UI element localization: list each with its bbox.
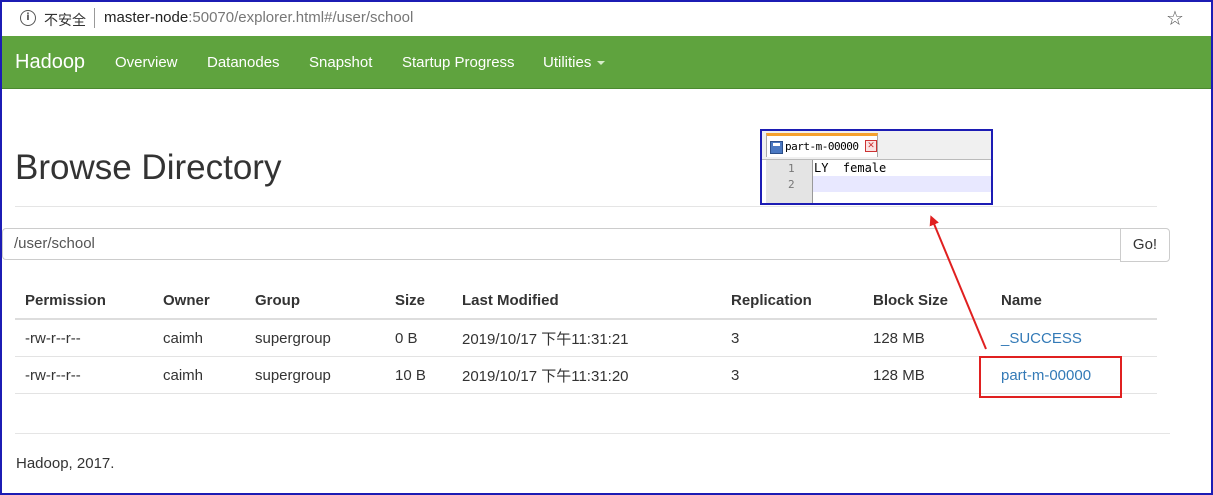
cell-size: 0 B xyxy=(385,319,452,357)
cell-block-size: 128 MB xyxy=(863,356,991,394)
url-field[interactable]: master-node:50070/explorer.html#/user/sc… xyxy=(104,9,413,26)
current-line-highlight xyxy=(813,176,991,192)
cell-group: supergroup xyxy=(245,319,385,357)
address-separator xyxy=(94,8,95,28)
navbar-brand[interactable]: Hadoop xyxy=(15,51,85,74)
header-last-modified[interactable]: Last Modified xyxy=(452,282,721,320)
browser-window: i 不安全 master-node:50070/explorer.html#/u… xyxy=(0,0,1213,495)
popup-tab[interactable]: part-m-00000 ✕ xyxy=(766,133,878,157)
line-number: 1 xyxy=(788,162,795,175)
footer: Hadoop, 2017. xyxy=(16,455,115,472)
line-number: 2 xyxy=(788,178,795,191)
nav-utilities-label: Utilities xyxy=(543,54,592,71)
nav-startup-progress[interactable]: Startup Progress xyxy=(402,54,515,71)
popup-tabbar: part-m-00000 ✕ xyxy=(762,131,991,160)
cell-replication: 3 xyxy=(721,319,863,357)
cell-block-size: 128 MB xyxy=(863,319,991,357)
cell-last-modified: 2019/10/17 下午11:31:20 xyxy=(452,356,721,394)
divider xyxy=(15,433,1170,434)
nav-snapshot[interactable]: Snapshot xyxy=(309,54,372,71)
go-button[interactable]: Go! xyxy=(1120,228,1170,262)
header-block-size[interactable]: Block Size xyxy=(863,282,991,320)
header-replication[interactable]: Replication xyxy=(721,282,863,320)
cell-permission: -rw-r--r-- xyxy=(15,356,153,394)
page-title: Browse Directory xyxy=(15,148,282,187)
nav-overview[interactable]: Overview xyxy=(115,54,178,71)
header-size[interactable]: Size xyxy=(385,282,452,320)
cell-group: supergroup xyxy=(245,356,385,394)
file-link[interactable]: _SUCCESS xyxy=(1001,330,1082,347)
directory-path-input[interactable] xyxy=(2,228,1120,260)
cell-last-modified: 2019/10/17 下午11:31:21 xyxy=(452,319,721,357)
cell-permission: -rw-r--r-- xyxy=(15,319,153,357)
star-icon[interactable]: ☆ xyxy=(1166,6,1184,30)
divider xyxy=(15,206,1157,207)
info-icon[interactable]: i xyxy=(20,10,36,26)
cell-name: _SUCCESS xyxy=(991,319,1157,357)
cell-size: 10 B xyxy=(385,356,452,394)
popup-tab-label: part-m-00000 xyxy=(785,140,859,153)
nav-datanodes[interactable]: Datanodes xyxy=(207,54,280,71)
navbar: Hadoop Overview Datanodes Snapshot Start… xyxy=(2,36,1211,89)
code-line: LY female xyxy=(814,161,887,175)
cell-owner: caimh xyxy=(153,356,245,394)
nav-utilities[interactable]: Utilities xyxy=(543,54,606,71)
highlight-box xyxy=(979,356,1122,398)
url-path: :50070/explorer.html#/user/school xyxy=(188,9,414,26)
header-name[interactable]: Name xyxy=(991,282,1157,320)
cell-replication: 3 xyxy=(721,356,863,394)
header-group[interactable]: Group xyxy=(245,282,385,320)
cell-owner: caimh xyxy=(153,319,245,357)
security-label[interactable]: 不安全 xyxy=(44,10,86,30)
tab-close-icon[interactable]: ✕ xyxy=(865,140,877,152)
address-bar: i 不安全 master-node:50070/explorer.html#/u… xyxy=(2,2,1211,37)
table-row: -rw-r--r-- caimh supergroup 0 B 2019/10/… xyxy=(15,319,1157,357)
table-header-row: Permission Owner Group Size Last Modifie… xyxy=(15,282,1157,320)
header-permission[interactable]: Permission xyxy=(15,282,153,320)
caret-down-icon xyxy=(597,61,606,66)
header-owner[interactable]: Owner xyxy=(153,282,245,320)
file-preview-popup: part-m-00000 ✕ 1 2 LY female xyxy=(760,129,993,205)
save-icon xyxy=(770,141,783,154)
url-host: master-node xyxy=(104,9,189,26)
